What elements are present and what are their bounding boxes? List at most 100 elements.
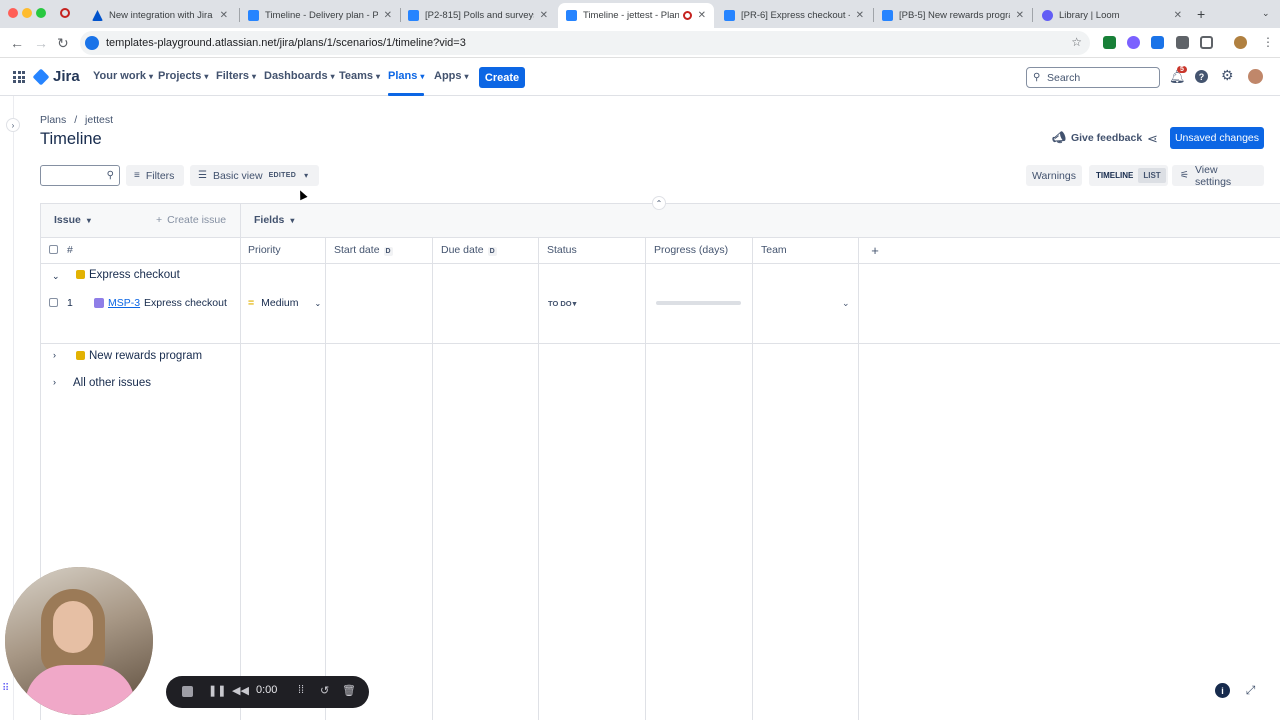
nav-teams[interactable]: Teams ▾ xyxy=(339,70,380,82)
issue-summary[interactable]: Express checkout xyxy=(144,297,227,309)
app-switcher-icon[interactable] xyxy=(13,71,25,83)
close-icon[interactable]: ✕ xyxy=(856,10,864,21)
info-icon[interactable]: i xyxy=(1215,683,1230,698)
nav-filters[interactable]: Filters ▾ xyxy=(216,70,256,82)
col-start-date[interactable]: Start date D xyxy=(334,244,393,256)
browser-tab[interactable]: [PB-5] New rewards program ✕ xyxy=(874,3,1032,28)
view-settings-button[interactable]: ⚟ View settings xyxy=(1172,164,1264,188)
sort-badge: D xyxy=(487,247,497,256)
browser-tab[interactable]: [P2-815] Polls and surveys - ✕ xyxy=(400,3,556,28)
issue-header-button[interactable]: Issue ▾ xyxy=(54,214,91,226)
help-icon[interactable]: ? xyxy=(1195,70,1208,83)
collapse-toolbar-button[interactable]: ⌃ xyxy=(652,196,666,210)
col-team[interactable]: Team xyxy=(761,244,787,256)
priority-select[interactable]: = Medium ⌄ xyxy=(248,297,321,309)
filters-button[interactable]: ≡ Filters xyxy=(126,165,184,186)
extensions-puzzle-icon[interactable] xyxy=(1200,36,1213,49)
extension-icon[interactable] xyxy=(1127,36,1140,49)
nav-apps[interactable]: Apps ▾ xyxy=(434,70,469,82)
close-icon[interactable]: ✕ xyxy=(540,10,548,21)
issue-key-link[interactable]: MSP-3 xyxy=(108,297,140,309)
expand-icon[interactable]: ⤢ xyxy=(1243,683,1258,698)
list-mode-button[interactable]: LIST xyxy=(1138,168,1166,183)
browser-tab[interactable]: New integration with Jira ✕ xyxy=(84,3,236,28)
back-icon[interactable]: ← xyxy=(10,35,24,51)
bookmark-star-icon[interactable]: ☆ xyxy=(1071,35,1082,49)
plan-search-input[interactable]: ⚲ xyxy=(40,165,120,186)
global-search-input[interactable]: ⚲ Search xyxy=(1026,67,1160,88)
expand-sidebar-button[interactable]: › xyxy=(6,118,20,132)
unsaved-changes-button[interactable]: Unsaved changes xyxy=(1170,127,1264,149)
row-checkbox[interactable] xyxy=(49,298,58,307)
jira-logo[interactable]: Jira xyxy=(32,68,80,85)
add-column-button[interactable]: + xyxy=(868,243,882,258)
extension-icon[interactable] xyxy=(1151,36,1164,49)
share-icon[interactable]: ⋖ xyxy=(1147,131,1158,147)
extension-icon[interactable] xyxy=(1176,36,1189,49)
chevron-down-icon: ▾ xyxy=(86,216,91,225)
browser-menu-icon[interactable]: ⋮ xyxy=(1262,35,1274,49)
col-due-date[interactable]: Due date D xyxy=(441,244,497,256)
loom-grid-icon[interactable]: ⁞⁞ xyxy=(298,684,304,696)
stop-recording-button[interactable] xyxy=(182,686,193,697)
close-icon[interactable]: ✕ xyxy=(1174,10,1182,21)
breadcrumb-plans[interactable]: Plans xyxy=(40,114,66,126)
view-selector-button[interactable]: ☰ Basic view EDITED ▾ xyxy=(190,165,319,186)
url-field[interactable]: templates-playground.atlassian.net/jira/… xyxy=(80,31,1090,55)
jira-icon xyxy=(408,10,419,21)
restart-icon[interactable]: ↺ xyxy=(320,684,329,697)
chevron-down-icon[interactable]: ⌄ xyxy=(52,271,60,282)
close-icon[interactable]: ✕ xyxy=(698,10,706,21)
select-all-checkbox[interactable] xyxy=(49,245,58,254)
loom-drag-handle-icon[interactable]: ⠿ xyxy=(2,683,9,694)
col-status[interactable]: Status xyxy=(547,244,577,256)
delete-trash-icon[interactable]: 🗑︎ xyxy=(342,684,356,697)
browser-tab[interactable]: Library | Loom ✕ xyxy=(1034,3,1190,28)
nav-dashboards[interactable]: Dashboards ▾ xyxy=(264,70,335,82)
jira-icon xyxy=(566,10,577,21)
pause-button[interactable]: ❚❚ xyxy=(208,684,226,697)
new-tab-button[interactable]: + xyxy=(1197,6,1205,22)
extension-icon[interactable] xyxy=(1103,36,1116,49)
nav-your-work[interactable]: Your work ▾ xyxy=(93,70,153,82)
profile-avatar[interactable] xyxy=(1234,36,1247,49)
team-select-chevron-icon[interactable]: ⌄ xyxy=(842,298,850,309)
chevron-right-icon[interactable]: › xyxy=(53,350,56,360)
status-lozenge[interactable]: TO DO▾ xyxy=(548,299,576,308)
loom-camera-bubble[interactable] xyxy=(5,567,153,715)
browser-tab-active[interactable]: Timeline - jettest - Plans ✕ xyxy=(558,3,714,28)
presenter-shirt xyxy=(25,665,135,715)
maximize-window-button[interactable] xyxy=(36,8,46,18)
close-window-button[interactable] xyxy=(8,8,18,18)
give-feedback-button[interactable]: 📣︎ Give feedback xyxy=(1052,131,1142,145)
chevron-right-icon[interactable]: › xyxy=(53,377,56,387)
create-button[interactable]: Create xyxy=(479,67,525,88)
close-icon[interactable]: ✕ xyxy=(384,10,392,21)
close-icon[interactable]: ✕ xyxy=(1016,10,1024,21)
minimize-window-button[interactable] xyxy=(22,8,32,18)
user-avatar[interactable] xyxy=(1248,69,1263,84)
browser-tab[interactable]: [PR-6] Express checkout - Pr ✕ xyxy=(716,3,872,28)
nav-plans[interactable]: Plans ▾ xyxy=(388,70,425,96)
warnings-button[interactable]: Warnings xyxy=(1026,165,1082,186)
timeline-mode-button[interactable]: TIMELINE xyxy=(1091,168,1138,183)
view-mode-toggle: TIMELINE LIST xyxy=(1089,165,1168,186)
site-info-icon[interactable] xyxy=(85,36,99,50)
breadcrumb-jettest[interactable]: jettest xyxy=(85,114,113,126)
create-issue-button[interactable]: + Create issue xyxy=(156,214,226,226)
browser-tab[interactable]: Timeline - Delivery plan - Pla ✕ xyxy=(240,3,400,28)
tab-label: [PR-6] Express checkout - Pr xyxy=(741,10,850,21)
search-placeholder: Search xyxy=(1047,71,1081,84)
jira-logo-text: Jira xyxy=(53,68,80,85)
col-progress[interactable]: Progress (days) xyxy=(654,244,728,256)
settings-gear-icon[interactable]: ⚙ xyxy=(1221,67,1234,84)
forward-icon[interactable]: → xyxy=(34,35,48,51)
nav-projects[interactable]: Projects ▾ xyxy=(158,70,208,82)
fields-header-button[interactable]: Fields ▾ xyxy=(254,214,294,226)
close-icon[interactable]: ✕ xyxy=(220,10,228,21)
rewind-button[interactable]: ◀◀ xyxy=(232,684,249,697)
tab-search-chevron-icon[interactable]: ⌄ xyxy=(1262,8,1270,19)
col-priority[interactable]: Priority xyxy=(248,244,281,256)
reload-icon[interactable]: ↻ xyxy=(57,35,69,52)
jira-top-nav: Jira Your work ▾ Projects ▾ Filters ▾ Dashb… xyxy=(0,58,1280,96)
